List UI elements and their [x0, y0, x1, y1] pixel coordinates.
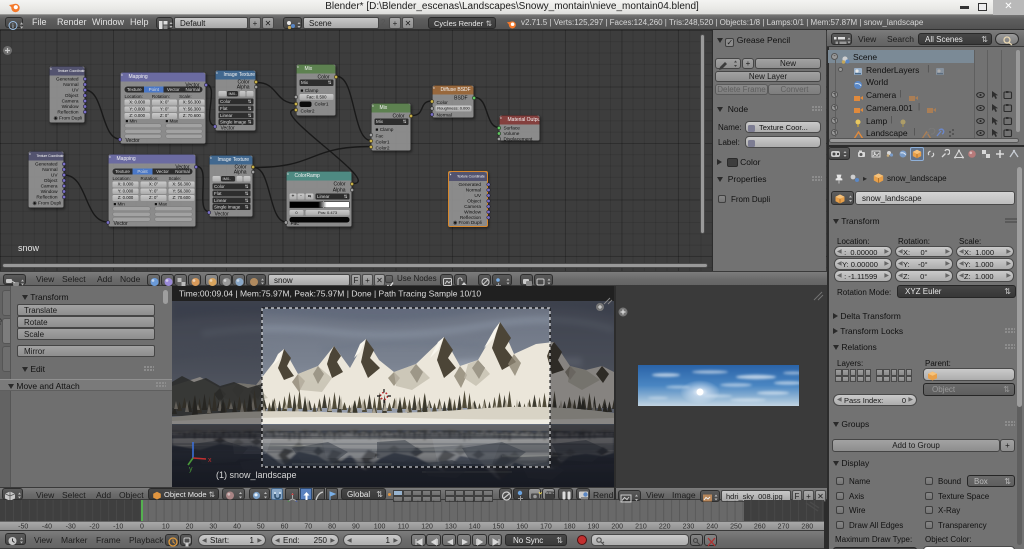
- svg-text:y: y: [189, 466, 193, 473]
- svg-text:180: 180: [564, 524, 576, 531]
- svg-text:30: 30: [209, 524, 217, 531]
- svg-text:110: 110: [398, 524, 409, 531]
- svg-text:270: 270: [778, 524, 790, 531]
- svg-text:-50: -50: [18, 524, 28, 531]
- svg-text:40: 40: [233, 524, 241, 531]
- svg-text:150: 150: [493, 524, 505, 531]
- svg-text:120: 120: [421, 524, 433, 531]
- svg-text:250: 250: [730, 524, 742, 531]
- svg-text:20: 20: [186, 524, 194, 531]
- svg-text:130: 130: [445, 524, 457, 531]
- svg-text:10: 10: [162, 524, 170, 531]
- svg-text:-20: -20: [89, 524, 99, 531]
- svg-text:220: 220: [659, 524, 671, 531]
- svg-text:x: x: [208, 457, 212, 464]
- svg-text:170: 170: [540, 524, 552, 531]
- svg-text:240: 240: [706, 524, 718, 531]
- svg-text:190: 190: [588, 524, 600, 531]
- svg-text:(1) snow_landscape: (1) snow_landscape: [216, 470, 297, 480]
- svg-text:100: 100: [374, 524, 386, 531]
- svg-text:140: 140: [469, 524, 481, 531]
- svg-text:-10: -10: [113, 524, 123, 531]
- svg-text:i: i: [12, 22, 14, 30]
- svg-text:60: 60: [281, 524, 289, 531]
- svg-text:0: 0: [140, 524, 144, 531]
- svg-text:70: 70: [304, 524, 312, 531]
- svg-text:50: 50: [257, 524, 265, 531]
- svg-text:260: 260: [754, 524, 766, 531]
- svg-text:210: 210: [635, 524, 647, 531]
- svg-text:200: 200: [611, 524, 623, 531]
- svg-text:-30: -30: [66, 524, 76, 531]
- svg-text:Time:00:09.04 | Mem:75.97M, Pe: Time:00:09.04 | Mem:75.97M, Peak:75.97M …: [179, 289, 481, 299]
- svg-text:80: 80: [328, 524, 336, 531]
- svg-text:-40: -40: [42, 524, 52, 531]
- svg-text:90: 90: [352, 524, 360, 531]
- svg-text:280: 280: [801, 524, 813, 531]
- svg-text:230: 230: [683, 524, 695, 531]
- svg-text:160: 160: [516, 524, 528, 531]
